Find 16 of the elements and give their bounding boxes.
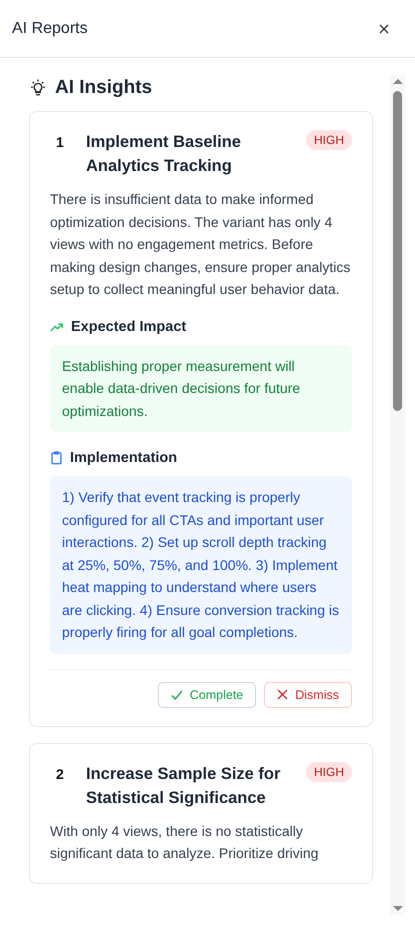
- insight-number: 2: [55, 764, 65, 784]
- insight-description: With only 4 views, there is no statistically significant data to analyze. Prioritize driving: [50, 822, 320, 863]
- panel-title: AI Reports: [12, 20, 88, 38]
- impact-text: Establishing proper measurement will enable data-driven decisions for future optimizations.: [50, 344, 352, 432]
- implementation-label: Implementation: [70, 450, 178, 466]
- dismiss-button[interactable]: Dismiss: [264, 682, 352, 708]
- section-title: AI Insights: [55, 77, 152, 99]
- insight-title: Implement Baseline Analytics Tracking: [86, 132, 242, 177]
- priority-badge: HIGH: [306, 130, 352, 150]
- insight-description: There is insufficient data to make informed optimization decisions. The variant has only 4 views with no engagement metrics. Before making design changes, ensure proper analytics setup to collect meaningful user behavior data.: [50, 190, 352, 299]
- priority-badge: HIGH: [306, 762, 352, 782]
- implementation-text: 1) Verify that event tracking is properly configured for all CTAs and important user interactions. 2) Set up scroll depth tracking at 25%, 50%, 75%, and 100%. 3) Implement heat mapping to understand where users are clicking. 4) Ensure conversion tracking is properly firing for all goal completions.: [50, 476, 352, 654]
- insight-title: Increase Sample Size for Statistical Significance: [86, 764, 282, 808]
- complete-button[interactable]: Complete: [158, 682, 256, 708]
- insight-number: 1: [55, 133, 65, 152]
- impact-label: Expected Impact: [71, 318, 186, 334]
